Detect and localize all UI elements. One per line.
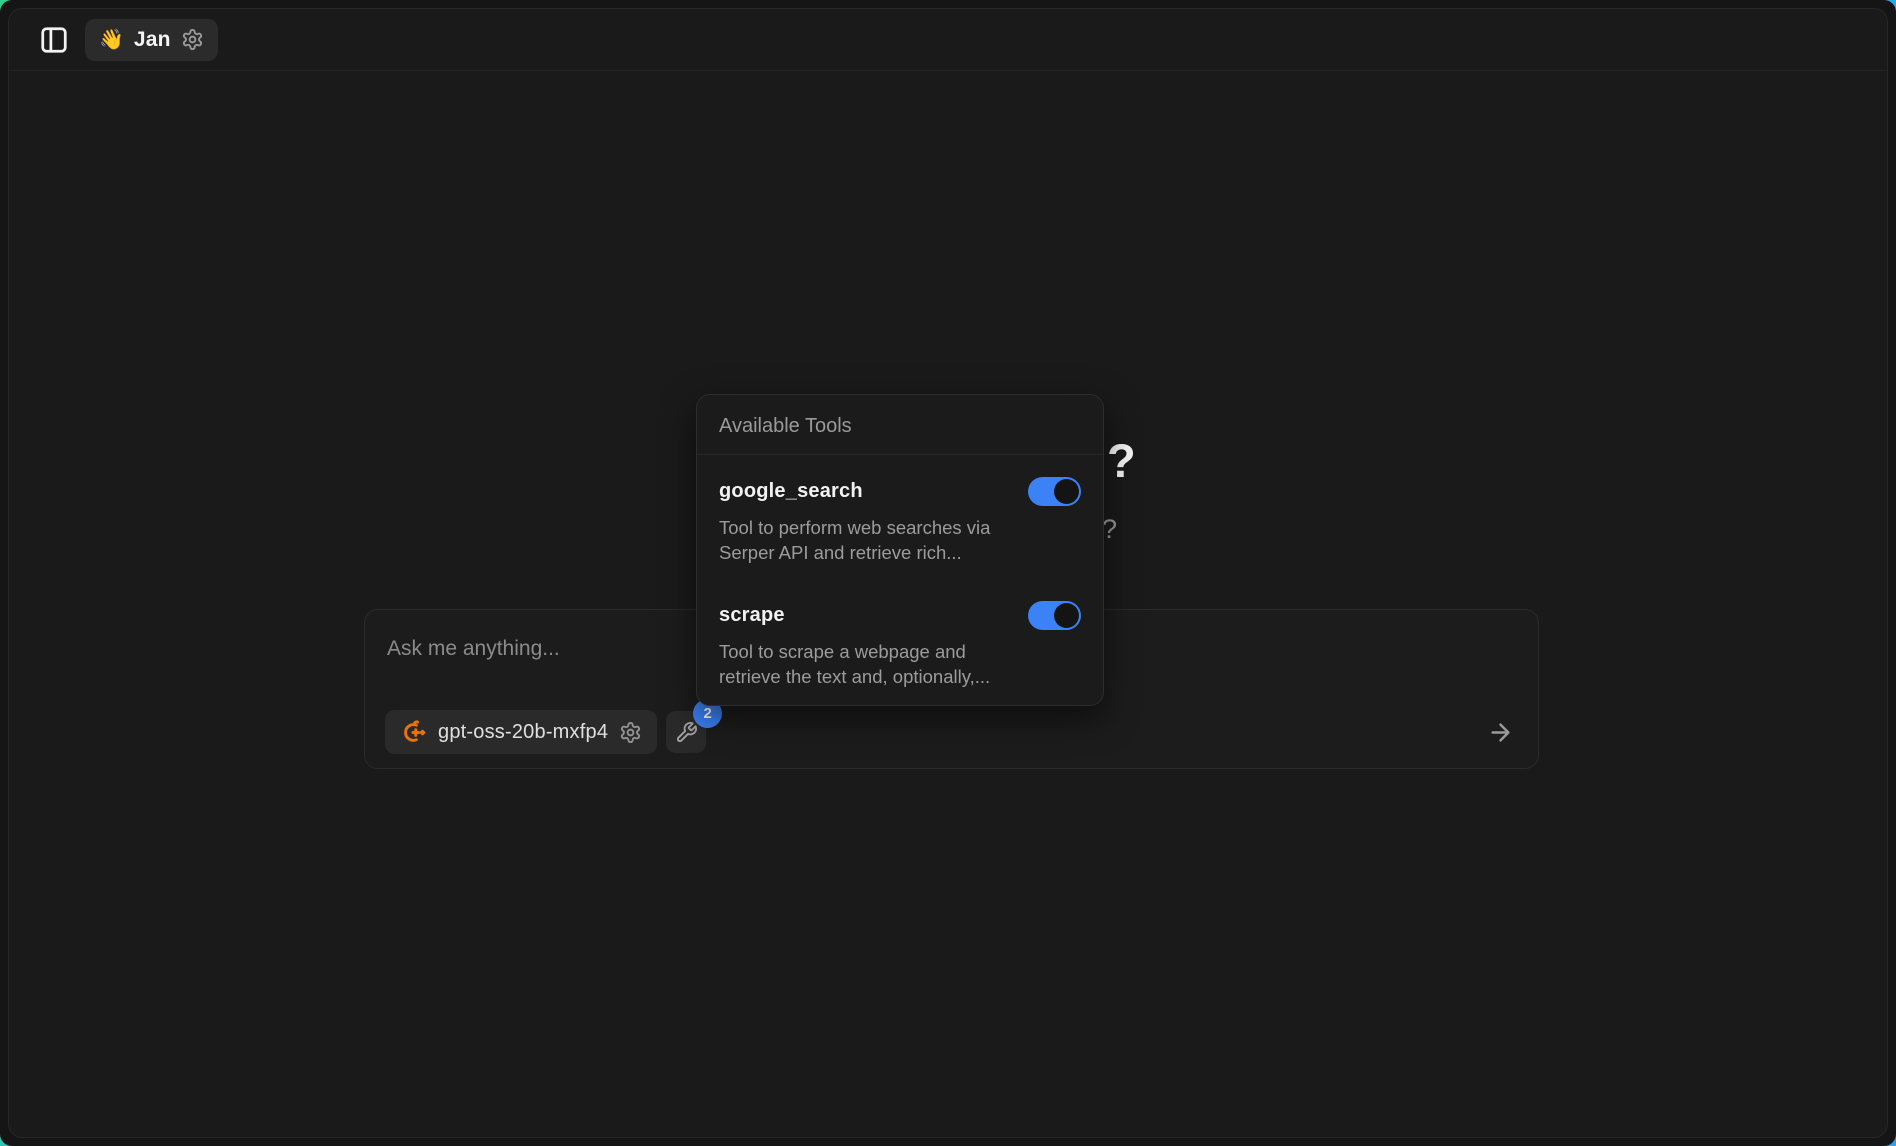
toggle-knob <box>1054 603 1079 628</box>
tool-description: Tool to perform web searches via Serper … <box>719 515 1081 565</box>
available-tools-popover: Available Tools google_search Tool to pe… <box>696 394 1104 706</box>
tool-toggle-google-search[interactable] <box>1028 477 1081 506</box>
wave-emoji: 👋 <box>99 30 124 50</box>
sidebar-toggle-button[interactable] <box>39 25 69 55</box>
tool-description: Tool to scrape a webpage and retrieve th… <box>719 639 1081 689</box>
app-title: Jan <box>134 28 171 52</box>
tool-toggle-scrape[interactable] <box>1028 601 1081 630</box>
tool-row-scrape: scrape Tool to scrape a webpage and retr… <box>719 601 1081 689</box>
wrench-icon <box>675 721 698 744</box>
app-frame: 👋 Jan ? ? <box>8 8 1888 1138</box>
toggle-knob <box>1054 479 1079 504</box>
tool-name: google_search <box>719 480 863 503</box>
arrow-right-icon <box>1487 719 1514 746</box>
app-window: 👋 Jan ? ? <box>0 0 1896 1146</box>
panel-left-icon <box>39 25 69 55</box>
tool-name: scrape <box>719 604 785 627</box>
popover-title: Available Tools <box>697 395 1103 455</box>
tools-button[interactable]: 2 <box>666 711 706 753</box>
composer-toolbar: gpt-oss-20b-mxfp4 2 <box>385 710 1518 754</box>
model-settings-button[interactable] <box>619 721 642 744</box>
titlebar: 👋 Jan <box>9 9 1887 71</box>
model-selector[interactable]: gpt-oss-20b-mxfp4 <box>385 710 657 754</box>
app-menu-button[interactable]: 👋 Jan <box>85 19 218 61</box>
empty-state-subheading-fragment: ? <box>1102 514 1117 545</box>
send-button[interactable] <box>1482 714 1518 750</box>
empty-state-heading-fragment: ? <box>1107 433 1136 488</box>
gear-icon <box>181 28 204 51</box>
llamacpp-icon <box>400 719 427 746</box>
model-name: gpt-oss-20b-mxfp4 <box>438 721 608 744</box>
settings-button[interactable] <box>181 28 204 51</box>
tool-row-google-search: google_search Tool to perform web search… <box>719 477 1081 565</box>
popover-body: google_search Tool to perform web search… <box>697 455 1103 705</box>
gear-icon <box>619 721 642 744</box>
